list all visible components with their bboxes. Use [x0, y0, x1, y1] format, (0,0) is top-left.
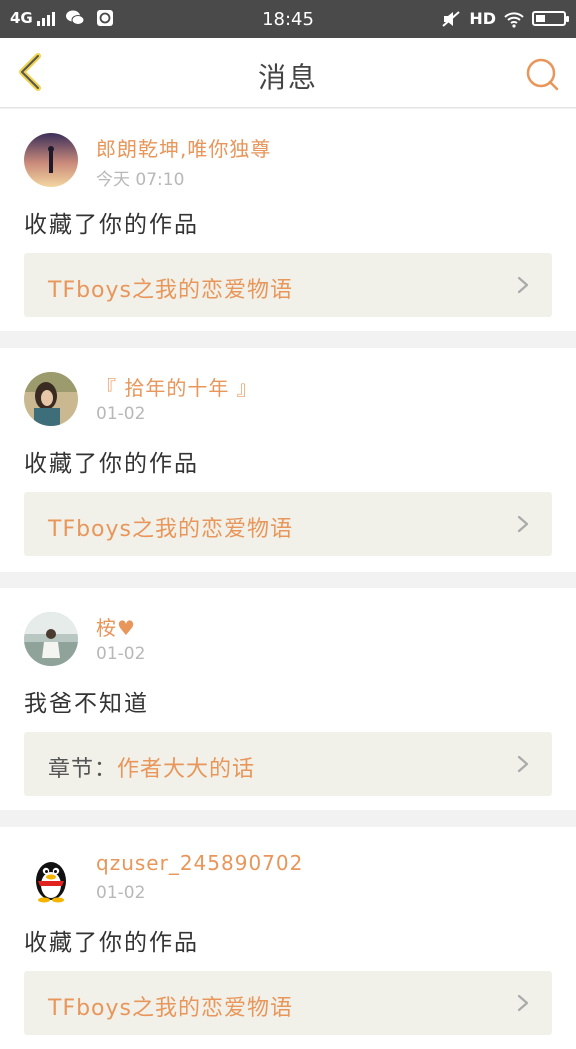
work-link[interactable]: TFboys之我的恋爱物语 — [24, 971, 552, 1035]
hd-indicator: HD — [469, 9, 496, 28]
message-text: 我爸不知道 — [24, 691, 149, 717]
user-avatar[interactable] — [24, 372, 78, 426]
work-link[interactable]: TFboys之我的恋爱物语 — [24, 253, 552, 317]
username[interactable]: 『 拾年的十年 』 — [96, 372, 258, 401]
chapter-title: 章节：作者大大的话 — [48, 751, 255, 783]
search-button[interactable] — [524, 56, 560, 92]
qq-penguin-avatar[interactable] — [24, 851, 78, 905]
timestamp: 今天 07:10 — [96, 170, 185, 190]
work-title: TFboys之我的恋爱物语 — [48, 996, 293, 1021]
message-text: 收藏了你的作品 — [24, 212, 199, 238]
timestamp: 01-02 — [96, 644, 146, 664]
username[interactable]: 郎朗乾坤,唯你独尊 — [96, 133, 271, 162]
message-text: 收藏了你的作品 — [24, 451, 199, 477]
chapter-prefix: 章节： — [48, 757, 118, 782]
timestamp: 01-02 — [96, 404, 146, 424]
work-title: TFboys之我的恋爱物语 — [48, 517, 293, 542]
mute-icon — [442, 10, 460, 27]
nav-header: 消息 — [0, 38, 576, 108]
user-avatar[interactable] — [24, 133, 78, 187]
chevron-right-icon — [517, 515, 529, 533]
work-title: TFboys之我的恋爱物语 — [48, 278, 293, 303]
message-text: 收藏了你的作品 — [24, 930, 199, 956]
username[interactable]: qzuser_245890702 — [96, 851, 303, 875]
chevron-right-icon — [517, 755, 529, 773]
page-title: 消息 — [257, 61, 318, 94]
work-link[interactable]: TFboys之我的恋爱物语 — [24, 492, 552, 556]
username[interactable]: 桉♥ — [96, 612, 136, 641]
battery-icon — [532, 11, 569, 26]
status-bar: 4G 18:45 HD — [0, 0, 576, 38]
message-card: qzuser_245890702 01-02 收藏了你的作品 TFboys之我的… — [0, 827, 576, 1049]
chevron-right-icon — [517, 994, 529, 1012]
message-card: 桉♥ 01-02 我爸不知道 章节：作者大大的话 — [0, 588, 576, 810]
chapter-link[interactable]: 章节：作者大大的话 — [24, 732, 552, 796]
timestamp: 01-02 — [96, 883, 146, 903]
user-avatar[interactable] — [24, 612, 78, 666]
chapter-name: 作者大大的话 — [117, 757, 256, 782]
message-card: 『 拾年的十年 』 01-02 收藏了你的作品 TFboys之我的恋爱物语 — [0, 348, 576, 572]
wifi-icon — [504, 11, 524, 28]
chevron-right-icon — [517, 276, 529, 294]
message-card: 郎朗乾坤,唯你独尊 今天 07:10 收藏了你的作品 TFboys之我的恋爱物语 — [0, 109, 576, 331]
